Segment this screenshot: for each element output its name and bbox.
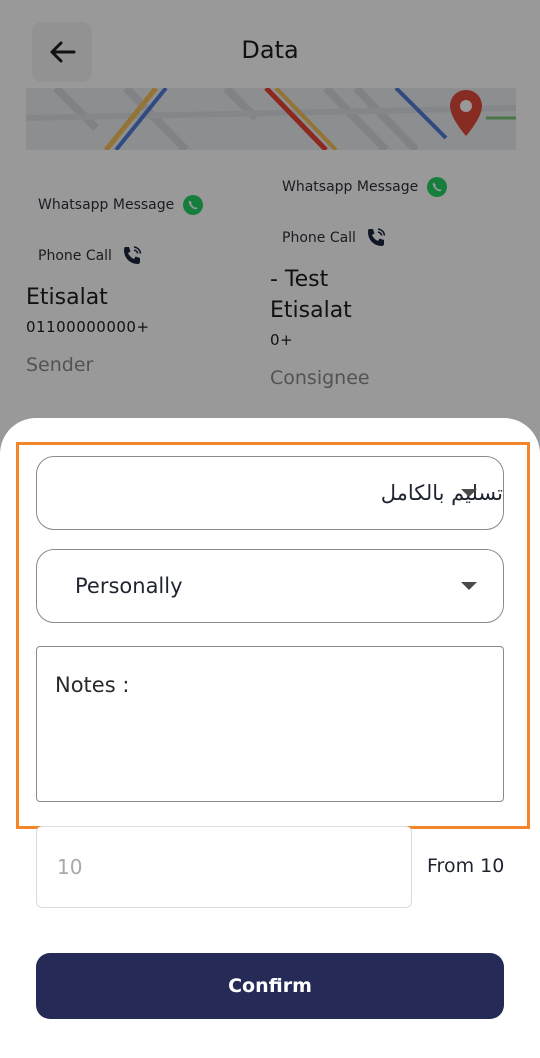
quantity-input[interactable] <box>36 826 412 908</box>
confirm-button[interactable]: Confirm <box>36 953 504 1019</box>
quantity-from-label: From 10 <box>427 855 505 877</box>
highlight-frame <box>16 442 530 829</box>
